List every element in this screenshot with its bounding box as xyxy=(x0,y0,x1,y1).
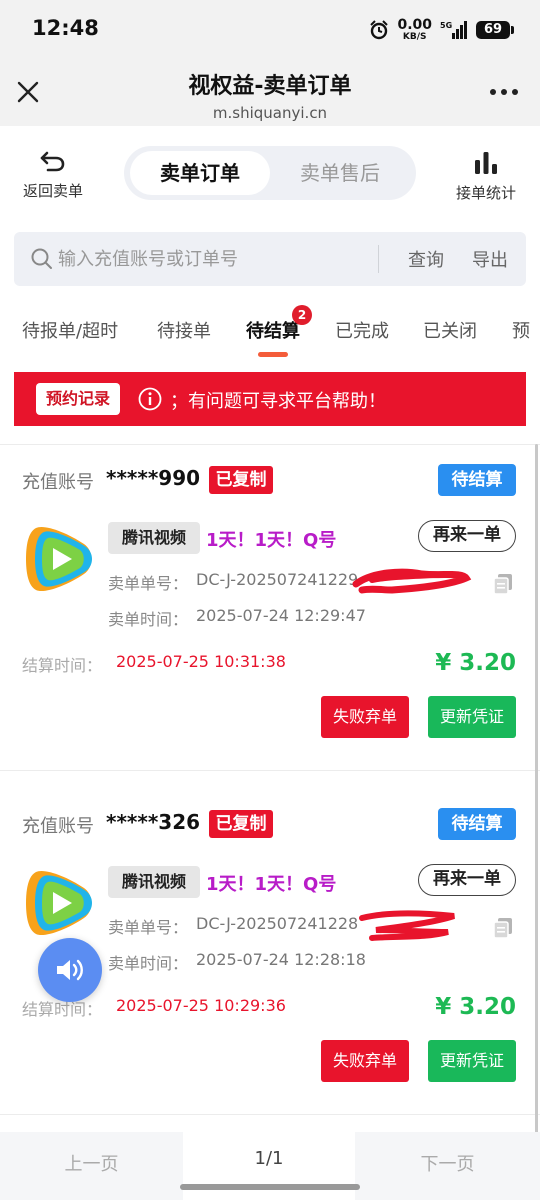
network-type-label: 5G xyxy=(440,21,452,30)
copy-icon[interactable] xyxy=(492,916,514,940)
tencent-video-logo xyxy=(26,526,92,592)
redaction-scribble xyxy=(352,568,472,594)
redaction-scribble xyxy=(359,910,455,941)
platform-tag: 腾讯视频 xyxy=(108,866,200,898)
order-price: ¥ 3.20 xyxy=(435,650,516,676)
tab-completed[interactable]: 已完成 xyxy=(335,317,389,343)
order-card: 充值账号 *****990 已复制 待结算 腾讯视频 1天！1天！Q号 再来一单… xyxy=(0,446,540,766)
tencent-video-logo xyxy=(26,870,92,936)
settle-time: 2025-07-25 10:31:38 xyxy=(116,652,286,671)
tab-count-badge: 2 xyxy=(292,305,312,325)
account-label: 充值账号 xyxy=(22,472,94,493)
active-tab-indicator xyxy=(258,352,288,357)
status-time: 12:48 xyxy=(32,16,99,40)
order-time-label: 卖单时间： xyxy=(108,610,189,629)
reorder-button[interactable]: 再来一单 xyxy=(418,520,516,552)
net-speed-value: 0.00 xyxy=(397,17,432,33)
order-stats-button[interactable]: 接单统计 xyxy=(452,150,520,203)
net-speed: 0.00 KB/S xyxy=(397,18,432,42)
top-actions: 返回卖单 卖单订单 卖单售后 接单统计 xyxy=(0,140,540,212)
settle-time: 2025-07-25 10:29:36 xyxy=(116,996,286,1015)
return-arrow-icon xyxy=(40,151,65,172)
tab-pending-accept[interactable]: 待接单 xyxy=(157,317,211,343)
tab-pending-report[interactable]: 待报单/超时 xyxy=(22,317,118,343)
net-speed-unit: KB/S xyxy=(402,32,427,42)
status-bar: 12:48 0.00 KB/S 5G 69 xyxy=(0,0,540,60)
tab-pending-settle-label: 待结算 xyxy=(246,321,300,342)
account-value[interactable]: *****990 xyxy=(106,466,200,490)
tab-reserved[interactable]: 预 xyxy=(512,317,530,343)
battery-indicator: 69 xyxy=(476,21,514,39)
order-time: 2025-07-24 12:29:47 xyxy=(196,606,366,625)
update-proof-button[interactable]: 更新凭证 xyxy=(428,1040,516,1082)
reservation-record-button[interactable]: 预约记录 xyxy=(36,383,121,415)
order-time-label: 卖单时间： xyxy=(108,954,189,973)
info-icon xyxy=(138,387,162,411)
bar-chart-icon xyxy=(475,152,497,174)
product-name: 1天！1天！Q号 xyxy=(206,530,337,551)
prev-page-button[interactable]: 上一页 xyxy=(0,1150,183,1176)
more-icon[interactable] xyxy=(488,80,520,104)
copy-icon[interactable] xyxy=(492,572,514,596)
alarm-icon xyxy=(370,20,389,40)
segment-control: 卖单订单 卖单售后 xyxy=(124,146,416,200)
scrollbar[interactable] xyxy=(535,444,538,1134)
order-number: DC-J-202507241229 xyxy=(196,570,359,589)
search-icon xyxy=(31,248,52,269)
update-proof-button[interactable]: 更新凭证 xyxy=(428,696,516,738)
order-number-label: 卖单单号： xyxy=(108,574,189,593)
copied-badge-text: 已复制 xyxy=(209,466,273,494)
fail-abandon-button[interactable]: 失败弃单 xyxy=(321,1040,409,1082)
account-value[interactable]: *****326 xyxy=(106,810,200,834)
tab-closed[interactable]: 已关闭 xyxy=(423,317,477,343)
next-page-button[interactable]: 下一页 xyxy=(355,1150,540,1176)
account-label: 充值账号 xyxy=(22,816,94,837)
divider xyxy=(0,1114,540,1115)
title-block: 视权益-卖单订单 m.shiquanyi.cn xyxy=(0,68,540,122)
signal-icon: 5G xyxy=(440,21,467,39)
tab-pending-settle[interactable]: 待结算 2 xyxy=(246,305,312,343)
reorder-button[interactable]: 再来一单 xyxy=(418,864,516,896)
speaker-icon xyxy=(57,959,83,981)
back-to-sell-button[interactable]: 返回卖单 xyxy=(16,150,90,201)
product-name: 1天！1天！Q号 xyxy=(206,874,337,895)
export-button[interactable]: 导出 xyxy=(472,246,508,272)
fail-abandon-button[interactable]: 失败弃单 xyxy=(321,696,409,738)
back-to-sell-label: 返回卖单 xyxy=(22,182,83,200)
notice-text: ；有问题可寻求平台帮助！ xyxy=(170,391,386,412)
page-title: 视权益-卖单订单 xyxy=(188,74,352,99)
platform-tag: 腾讯视频 xyxy=(108,522,200,554)
search-input[interactable] xyxy=(58,241,358,277)
segment-after-sale[interactable]: 卖单售后 xyxy=(270,151,410,195)
search-button[interactable]: 查询 xyxy=(408,246,444,272)
status-badge: 待结算 xyxy=(438,464,516,496)
segment-sell-orders[interactable]: 卖单订单 xyxy=(130,151,270,195)
settle-time-label: 结算时间： xyxy=(22,656,103,675)
audio-float-button[interactable] xyxy=(38,938,102,1002)
status-tabs: 待报单/超时 待接单 待结算 2 已完成 已关闭 预 xyxy=(0,300,540,360)
search-bar: 查询 导出 xyxy=(14,232,526,286)
title-bar: 视权益-卖单订单 m.shiquanyi.cn xyxy=(0,60,540,126)
copied-badge: 已复制 xyxy=(209,466,273,494)
divider xyxy=(0,770,540,771)
home-indicator[interactable] xyxy=(180,1184,360,1190)
order-time: 2025-07-24 12:28:18 xyxy=(196,950,366,969)
copied-badge: 已复制 xyxy=(209,810,273,838)
order-stats-label: 接单统计 xyxy=(455,184,516,202)
divider xyxy=(0,444,540,445)
order-number-label: 卖单单号： xyxy=(108,918,189,937)
copied-badge-text: 已复制 xyxy=(209,810,273,838)
order-number: DC-J-202507241228 xyxy=(196,914,359,933)
search-divider xyxy=(378,245,379,273)
notice-banner: 预约记录 ；有问题可寻求平台帮助！ xyxy=(14,372,526,426)
status-icons: 0.00 KB/S 5G 69 xyxy=(369,18,514,42)
page-url: m.shiquanyi.cn xyxy=(212,104,328,122)
status-badge: 待结算 xyxy=(438,808,516,840)
order-price: ¥ 3.20 xyxy=(435,994,516,1020)
